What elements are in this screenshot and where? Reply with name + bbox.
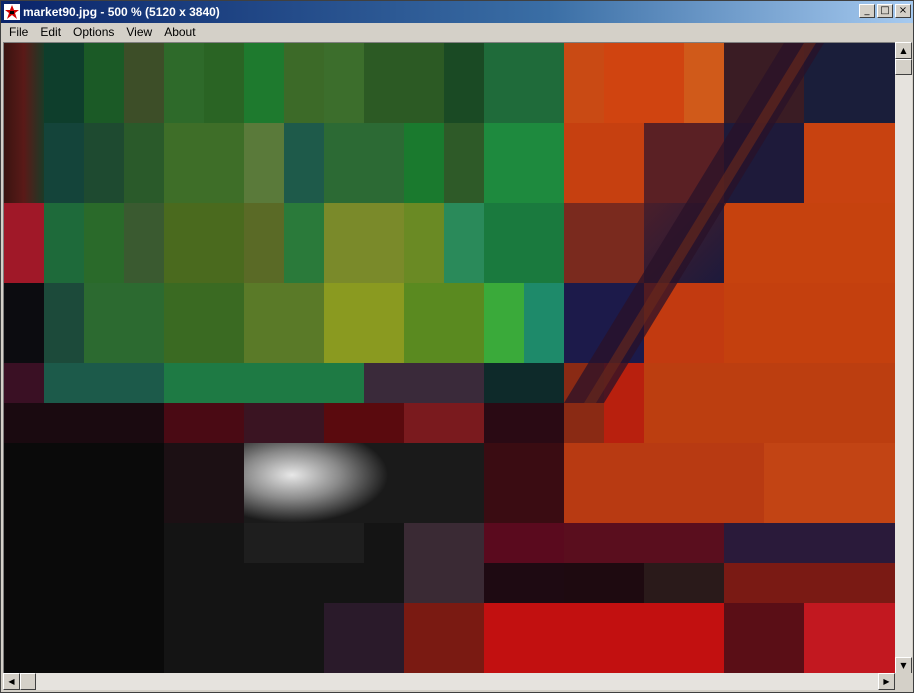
irfanview-icon[interactable] xyxy=(4,4,20,20)
scroll-right-button[interactable]: ▶ xyxy=(878,673,895,690)
menu-view[interactable]: View xyxy=(120,23,158,42)
window-title: market90.jpg - 500 % (5120 x 3840) xyxy=(23,5,220,19)
image-canvas[interactable] xyxy=(3,42,895,674)
app-window: market90.jpg - 500 % (5120 x 3840) _ □ ×… xyxy=(0,0,914,693)
scroll-left-icon: ◀ xyxy=(8,677,15,686)
scrollbar-corner xyxy=(895,673,912,690)
scroll-down-icon: ▼ xyxy=(900,661,907,670)
menu-bar: File Edit Options View About xyxy=(1,23,913,42)
scroll-down-button[interactable]: ▼ xyxy=(895,657,912,674)
minimize-button[interactable]: _ xyxy=(859,4,875,18)
maximize-icon: □ xyxy=(880,5,890,16)
title-bar[interactable]: market90.jpg - 500 % (5120 x 3840) _ □ × xyxy=(1,1,913,23)
vertical-scrollbar[interactable]: ▲ ▼ xyxy=(895,42,912,674)
close-icon: × xyxy=(898,5,908,16)
close-button[interactable]: × xyxy=(895,4,911,18)
scroll-right-icon: ▶ xyxy=(883,677,890,686)
scroll-up-button[interactable]: ▲ xyxy=(895,42,912,59)
zoomed-image xyxy=(4,43,895,674)
menu-edit[interactable]: Edit xyxy=(34,23,67,42)
scroll-left-button[interactable]: ◀ xyxy=(3,673,20,690)
horizontal-scroll-thumb[interactable] xyxy=(20,673,36,690)
window-controls: _ □ × xyxy=(857,4,911,18)
menu-file[interactable]: File xyxy=(1,23,34,42)
menu-options[interactable]: Options xyxy=(67,23,120,42)
scroll-up-icon: ▲ xyxy=(900,46,907,55)
vertical-scroll-thumb[interactable] xyxy=(895,59,912,75)
menu-about[interactable]: About xyxy=(158,23,201,42)
maximize-button[interactable]: □ xyxy=(877,4,893,18)
horizontal-scrollbar[interactable]: ◀ ▶ xyxy=(3,673,895,690)
minimize-icon: _ xyxy=(864,5,870,16)
